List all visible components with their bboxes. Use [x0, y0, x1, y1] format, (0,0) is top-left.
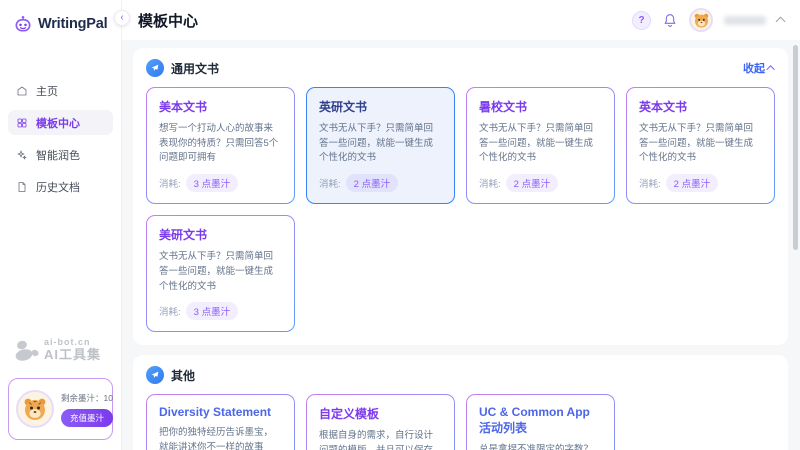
collapse-section-link[interactable]: 收起: [743, 60, 775, 76]
template-card[interactable]: 自定义模板 根据自身的需求，自行设计问题的模版，并且可以保存和收藏在未来使用 消…: [306, 394, 455, 450]
content-area: 通用文书 收起 美本文书 想写一个打动人心的故事来表现你的特质？只需回答5个问题…: [122, 40, 800, 450]
grid-icon: [16, 117, 28, 129]
sidebar-item-label: 智能润色: [36, 147, 80, 163]
template-card[interactable]: 暑校文书 文书无从下手？只需简单回答一些问题，就能一键生成个性化的文书 消耗: …: [466, 87, 615, 204]
ink-cost-badge: 3 点墨汁: [186, 302, 238, 320]
template-card-title: 自定义模板: [319, 405, 442, 422]
notification-bell-icon[interactable]: [662, 12, 678, 28]
template-card-title: 美本文书: [159, 98, 282, 115]
sidebar-menu: 主页 模板中心 智能润色 历史文档: [0, 78, 121, 199]
chevron-up-icon: [766, 65, 774, 73]
tiger-face-icon: [22, 396, 48, 422]
chevron-up-icon[interactable]: [776, 17, 786, 27]
template-card-title: 英研文书: [319, 98, 442, 115]
sparkles-icon: [16, 149, 28, 161]
sidebar-item-label: 主页: [36, 83, 58, 99]
robot-logo-icon: [13, 14, 33, 34]
app-logo: WritingPal: [0, 0, 121, 34]
cost-label: 消耗:: [479, 176, 501, 190]
ink-cost-badge: 2 点墨汁: [666, 174, 718, 192]
megaphone-icon: [146, 59, 164, 77]
main-area: 模板中心 ?: [122, 0, 800, 450]
watermark-title: AI工具集: [44, 348, 101, 362]
collapse-label: 收起: [743, 60, 765, 76]
section-title: 其他: [171, 367, 195, 384]
section-general-docs: 通用文书 收起 美本文书 想写一个打动人心的故事来表现你的特质？只需回答5个问题…: [133, 48, 788, 345]
template-card-title: UC & Common App 活动列表: [479, 405, 602, 436]
help-icon[interactable]: ?: [632, 11, 651, 30]
sidebar-user-card: 剩余墨汁：10 充值墨汁: [8, 378, 113, 440]
ai-bot-logo-icon: [14, 338, 40, 362]
remaining-ink-label: 剩余墨汁：10: [61, 392, 113, 404]
sidebar-collapse-button[interactable]: ‹: [114, 10, 130, 26]
sidebar-item-label: 历史文档: [36, 179, 80, 195]
card-grid-general: 美本文书 想写一个打动人心的故事来表现你的特质？只需回答5个问题即可拥有 消耗:…: [146, 87, 775, 332]
page-title: 模板中心: [138, 10, 198, 31]
sidebar-item-label: 模板中心: [36, 115, 80, 131]
ink-cost-badge: 2 点墨汁: [506, 174, 558, 192]
cost-label: 消耗:: [319, 176, 341, 190]
logo-text: WritingPal: [38, 16, 107, 32]
ink-cost-badge: 2 点墨汁: [346, 174, 398, 192]
recharge-ink-button[interactable]: 充值墨汁: [61, 409, 113, 427]
vertical-scrollbar[interactable]: [793, 45, 798, 250]
cost-label: 消耗:: [159, 176, 181, 190]
template-card[interactable]: Diversity Statement 把你的独特经历告诉墨宝，就能讲述你不一样…: [146, 394, 295, 450]
template-card-description: 文书无从下手？只需简单回答一些问题，就能一键生成个性化的文书: [479, 122, 602, 166]
template-card-title: 美研文书: [159, 226, 282, 243]
template-card-description: 文书无从下手？只需简单回答一些问题，就能一键生成个性化的文书: [639, 122, 762, 166]
section-title: 通用文书: [171, 60, 219, 77]
template-card-description: 总是拿捏不准限定的字数？交给我们！: [479, 443, 602, 450]
document-icon: [16, 181, 28, 193]
sidebar-item-template-center[interactable]: 模板中心: [8, 110, 113, 135]
home-icon: [16, 85, 28, 97]
template-card-description: 文书无从下手？只需简单回答一些问题，就能一键生成个性化的文书: [159, 250, 282, 294]
cost-label: 消耗:: [159, 304, 181, 318]
template-card[interactable]: 美本文书 想写一个打动人心的故事来表现你的特质？只需回答5个问题即可拥有 消耗:…: [146, 87, 295, 204]
username-blurred: [724, 16, 766, 25]
template-card[interactable]: UC & Common App 活动列表 总是拿捏不准限定的字数？交给我们！ 消…: [466, 394, 615, 450]
tiger-face-icon: [693, 12, 710, 29]
template-card-title: 暑校文书: [479, 98, 602, 115]
card-grid-others: Diversity Statement 把你的独特经历告诉墨宝，就能讲述你不一样…: [146, 394, 775, 450]
sidebar: WritingPal 主页 模板中心 智能润色 历史文档: [0, 0, 122, 450]
tiger-avatar: [16, 390, 54, 428]
sidebar-item-home[interactable]: 主页: [8, 78, 113, 103]
template-card[interactable]: 英研文书 文书无从下手？只需简单回答一些问题，就能一键生成个性化的文书 消耗: …: [306, 87, 455, 204]
template-card-description: 把你的独特经历告诉墨宝，就能讲述你不一样的故事: [159, 426, 282, 450]
template-card[interactable]: 美研文书 文书无从下手？只需简单回答一些问题，就能一键生成个性化的文书 消耗: …: [146, 215, 295, 332]
template-card[interactable]: 英本文书 文书无从下手？只需简单回答一些问题，就能一键生成个性化的文书 消耗: …: [626, 87, 775, 204]
ink-cost-badge: 3 点墨汁: [186, 174, 238, 192]
template-card-title: 英本文书: [639, 98, 762, 115]
cost-label: 消耗:: [639, 176, 661, 190]
top-header: 模板中心 ?: [122, 0, 800, 40]
user-avatar[interactable]: [689, 8, 713, 32]
template-card-description: 想写一个打动人心的故事来表现你的特质？只需回答5个问题即可拥有: [159, 122, 282, 166]
sidebar-item-smart-polish[interactable]: 智能润色: [8, 142, 113, 167]
megaphone-icon: [146, 366, 164, 384]
template-card-description: 根据自身的需求，自行设计问题的模版，并且可以保存和收藏在未来使用: [319, 429, 442, 450]
template-card-description: 文书无从下手？只需简单回答一些问题，就能一键生成个性化的文书: [319, 122, 442, 166]
section-others: 其他 Diversity Statement 把你的独特经历告诉墨宝，就能讲述你…: [133, 355, 788, 450]
sidebar-item-history-docs[interactable]: 历史文档: [8, 174, 113, 199]
template-card-title: Diversity Statement: [159, 405, 282, 419]
app-window: WritingPal 主页 模板中心 智能润色 历史文档: [0, 0, 800, 450]
ai-bot-watermark: ai-bot.cn AI工具集: [0, 338, 115, 362]
